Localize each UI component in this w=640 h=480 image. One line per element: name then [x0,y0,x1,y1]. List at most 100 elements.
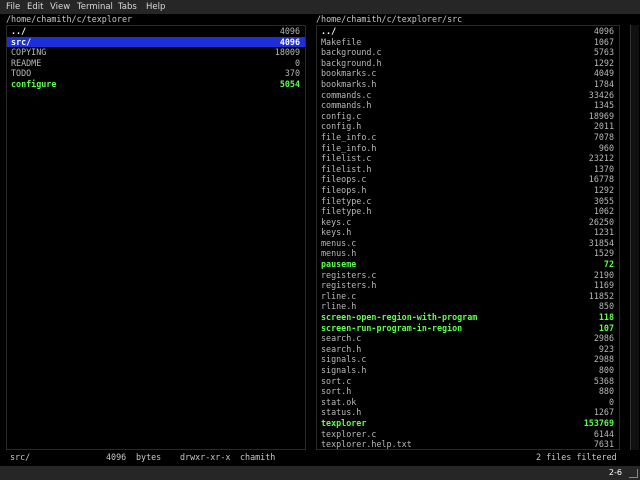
file-row[interactable]: file_info.h 960 [317,143,619,154]
file-row[interactable]: background.c 5763 [317,47,619,58]
file-row[interactable]: registers.c 2190 [317,270,619,281]
file-row[interactable]: filetype.c 3055 [317,196,619,207]
file-size: 3055 [593,195,614,206]
file-name: filelist.c [321,153,372,164]
file-size: 850 [598,301,614,312]
file-size: 2190 [593,269,614,280]
file-row[interactable]: filetype.h 1062 [317,206,619,217]
menu-view[interactable]: View [50,2,70,12]
file-name: sort.h [321,386,352,397]
right-path-header: /home/chamith/c/texplorer/src [316,14,636,25]
file-size: 1292 [593,57,614,68]
left-file-pane[interactable]: ../4096 src/4096 COPYING 18009 README 0 TODO 37… [6,25,306,450]
file-size: 1267 [593,407,614,418]
file-name: commands.h [321,100,372,111]
right-file-pane[interactable]: ../4096 Makefile 1067 background.c 5763 backg… [316,25,620,450]
file-row[interactable]: menus.h 1529 [317,248,619,259]
file-row[interactable]: filelist.h 1370 [317,164,619,175]
file-row[interactable]: screen-open-region-with-program 118 [317,312,619,323]
menu-help[interactable]: Help [146,2,165,12]
file-row[interactable]: fileops.c 16778 [317,174,619,185]
file-name: search.c [321,333,362,344]
file-row[interactable]: bookmarks.c 4049 [317,68,619,79]
file-row[interactable]: background.h 1292 [317,58,619,69]
file-row[interactable]: config.c 18969 [317,111,619,122]
file-name: file_info.h [321,142,377,153]
file-size: 5368 [593,375,614,386]
file-row[interactable]: ../ 4096 [7,26,305,37]
file-row[interactable]: keys.c 26250 [317,217,619,228]
file-row[interactable]: pauseme 72 [317,259,619,270]
file-row[interactable]: search.c 2986 [317,333,619,344]
file-row[interactable]: texplorer.c 6144 [317,429,619,440]
file-row[interactable]: commands.c 33426 [317,90,619,101]
file-name: filetype.c [321,195,372,206]
file-name: sort.c [321,375,352,386]
file-name: filelist.h [321,163,372,174]
file-row[interactable]: fileops.h 1292 [317,185,619,196]
file-name: signals.c [321,354,367,365]
file-row[interactable]: texplorer 153769 [317,418,619,429]
file-size: 153769 [583,417,614,428]
file-row[interactable]: registers.h 1169 [317,280,619,291]
file-name: bookmarks.c [321,68,377,79]
file-name: config.h [321,121,362,132]
resize-grip-icon[interactable] [629,469,638,478]
file-size: 107 [598,322,614,333]
file-row[interactable]: bookmarks.h 1784 [317,79,619,90]
file-size: 31854 [588,237,614,248]
file-size: 960 [598,142,614,153]
file-row[interactable]: ../ 4096 [317,26,619,37]
file-row[interactable]: screen-run-program-in-region 107 [317,323,619,334]
file-size: 370 [284,68,300,79]
file-row[interactable]: README 0 [7,58,305,69]
menu-terminal[interactable]: Terminal [77,2,113,12]
file-row[interactable]: configure 5054 [7,79,305,90]
file-row[interactable]: texplorer.help.txt 7631 [317,439,619,450]
file-name: rline.c [321,290,357,301]
file-name: signals.h [321,365,367,375]
file-size: 1784 [593,78,614,89]
file-row[interactable]: file_info.c 7078 [317,132,619,143]
file-name: COPYING [11,47,47,58]
terminal-scrollbar[interactable] [630,25,639,450]
file-size: 1169 [593,280,614,291]
file-size: 1529 [593,248,614,259]
file-row[interactable]: status.h 1267 [317,407,619,418]
file-name: TODO [11,68,32,79]
file-name: README [11,57,42,68]
file-row[interactable]: rline.h 850 [317,301,619,312]
file-row[interactable]: signals.c 2988 [317,354,619,365]
file-size: 18009 [274,47,300,58]
file-row[interactable]: src/4096 [7,36,305,48]
file-row[interactable]: Makefile 1067 [317,37,619,48]
file-size: 880 [598,386,614,397]
menu-tabs[interactable]: Tabs [118,2,137,12]
file-row[interactable]: stat.ok 0 [317,397,619,408]
file-size: 7078 [593,131,614,142]
file-row[interactable]: sort.c 5368 [317,376,619,387]
file-name: registers.h [321,280,377,291]
menu-edit[interactable]: Edit [27,2,43,12]
file-size: 7631 [593,439,614,450]
file-row[interactable]: commands.h 1345 [317,100,619,111]
file-name: search.h [321,343,362,354]
file-size: 11852 [588,290,614,301]
file-name: bookmarks.h [321,78,377,89]
file-row[interactable]: TODO 370 [7,68,305,79]
file-row[interactable]: config.h 2011 [317,121,619,132]
file-row[interactable]: signals.h 800 [317,365,619,376]
file-row[interactable]: keys.h 1231 [317,227,619,238]
file-name: menus.h [321,248,357,259]
file-size: 1370 [593,163,614,174]
file-row[interactable]: sort.h 880 [317,386,619,397]
file-row[interactable]: menus.c 31854 [317,238,619,249]
file-row[interactable]: filelist.c 23212 [317,153,619,164]
file-row[interactable]: search.h 923 [317,344,619,355]
file-row[interactable]: COPYING 18009 [7,47,305,58]
file-size: 16778 [588,174,614,185]
file-row[interactable]: rline.c 11852 [317,291,619,302]
file-name: commands.c [321,89,372,100]
status-filter-info: 2 files filtered [536,452,617,462]
menu-file[interactable]: File [6,2,20,12]
